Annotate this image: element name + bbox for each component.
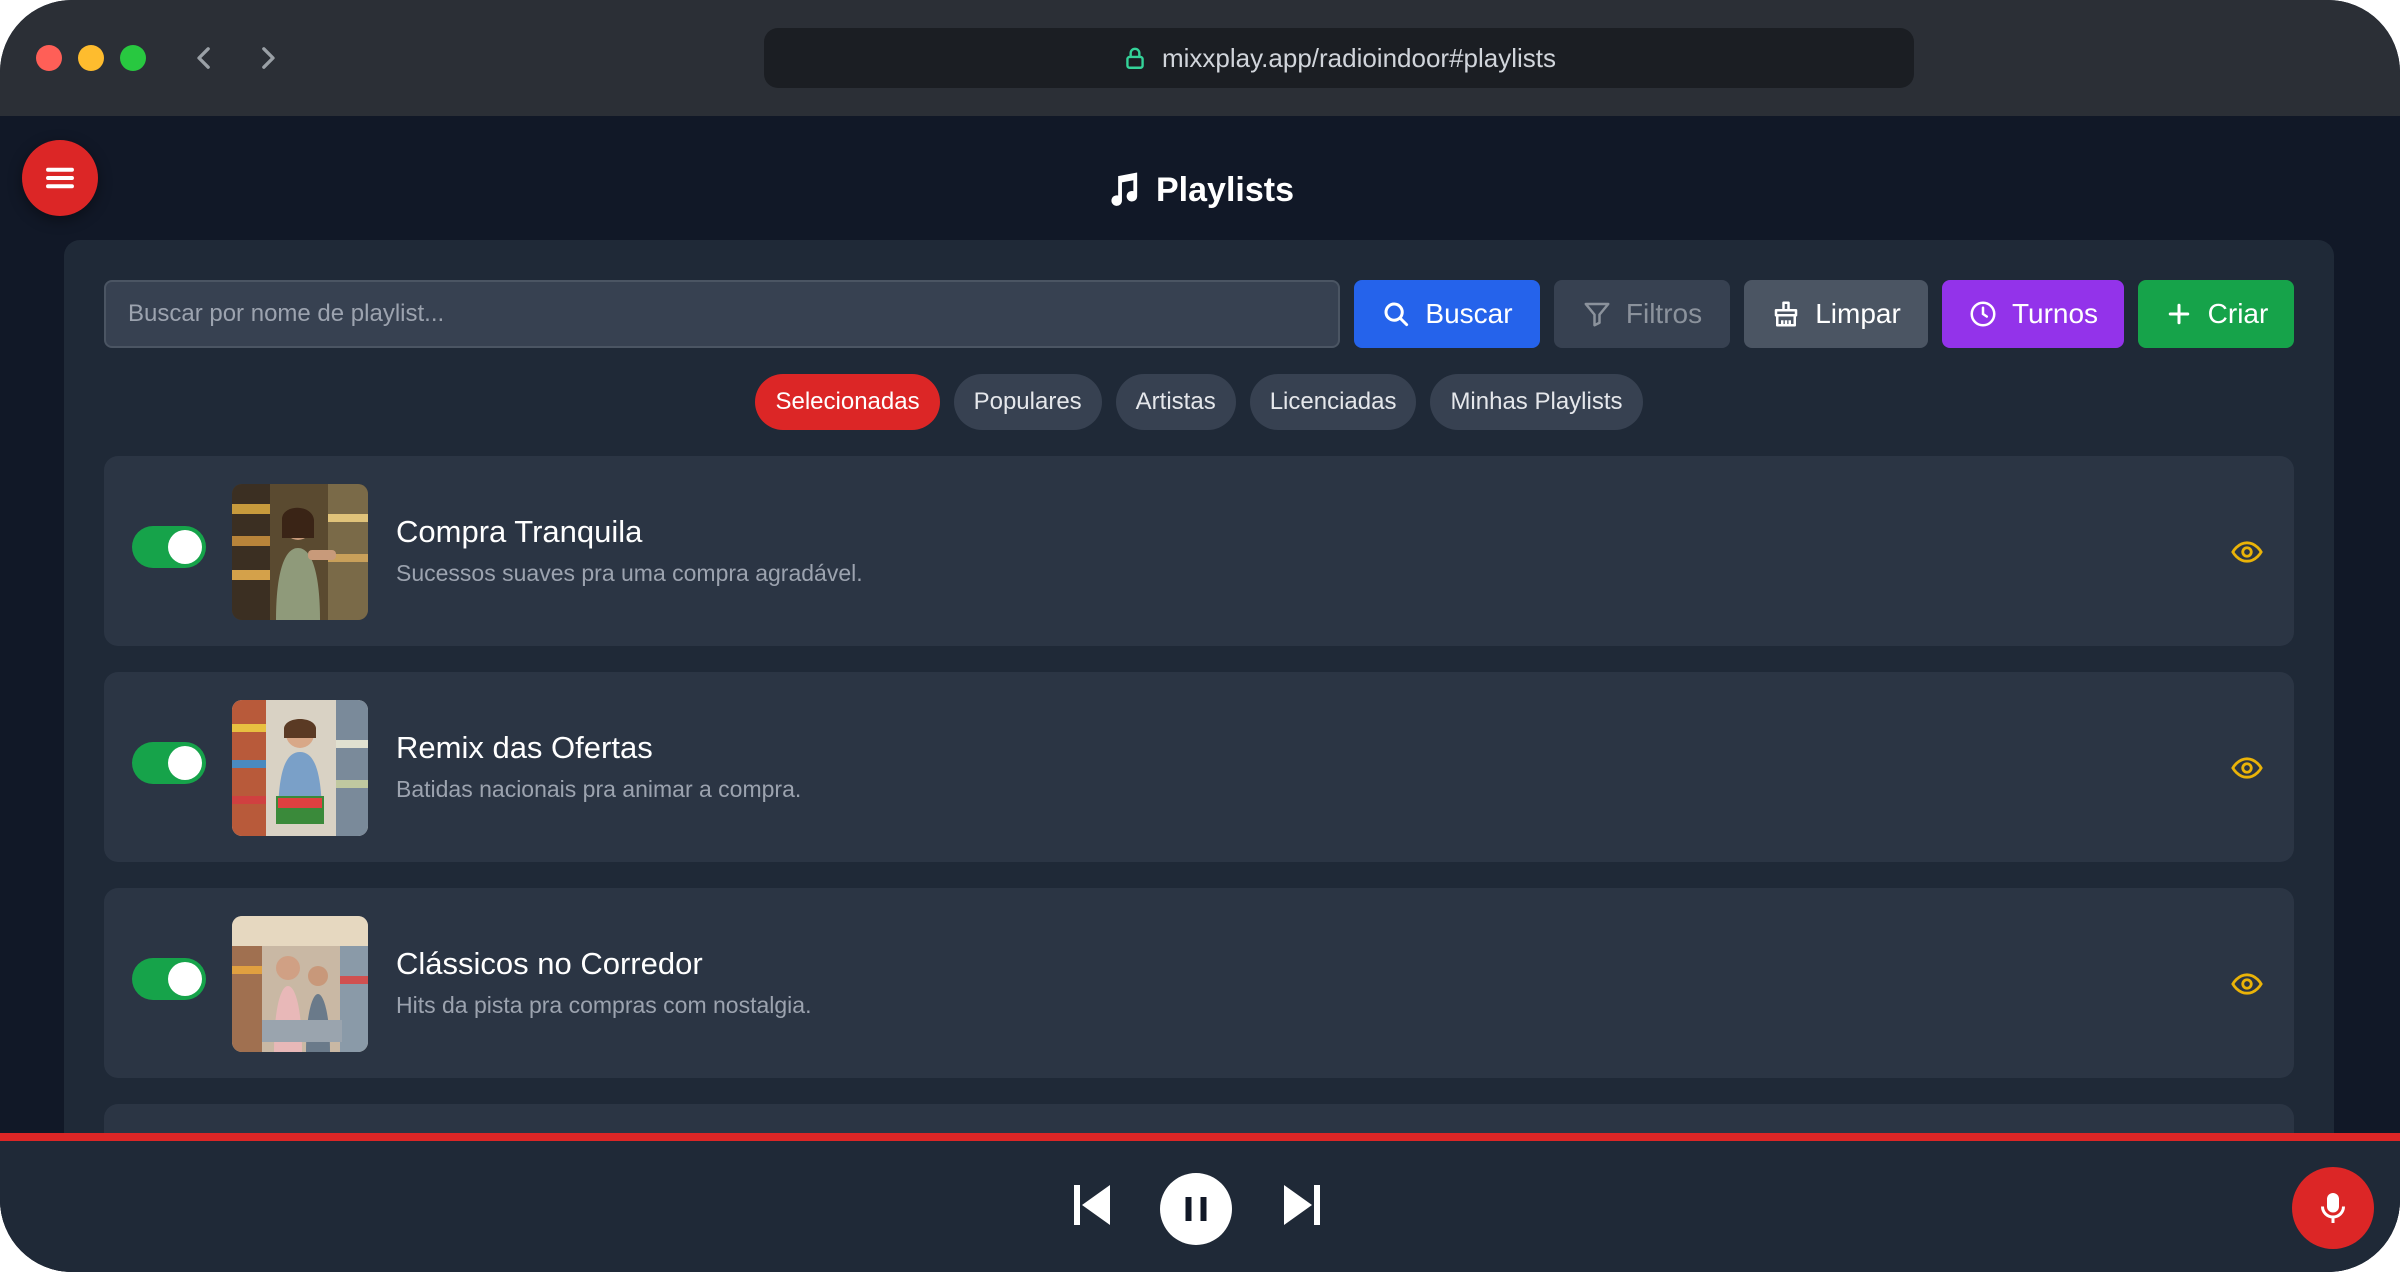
player-bar <box>0 1141 2400 1272</box>
limpar-button[interactable]: Limpar <box>1744 280 1928 348</box>
browser-window: mixxplay.app/radioindoor#playlists Playl… <box>0 0 2400 1272</box>
skip-previous-icon[interactable] <box>1072 1183 1112 1227</box>
playlist-cover-image <box>232 484 368 620</box>
plus-icon <box>2168 303 2189 325</box>
app-content: Playlists Buscar Filtros Limpar Turnos <box>0 116 2400 1272</box>
playlist-description: Hits da pista pra compras com nostalgia. <box>396 992 812 1018</box>
turnos-label: Turnos <box>2011 298 2099 329</box>
tab-minhas-playlists[interactable]: Minhas Playlists <box>1430 374 1643 430</box>
playlist-title: Remix das Ofertas <box>396 730 653 765</box>
tab-artistas[interactable]: Artistas <box>1115 374 1236 430</box>
playlist-toggle[interactable] <box>132 742 206 784</box>
close-window-button[interactable] <box>36 45 62 71</box>
playlist-title: Compra Tranquila <box>396 514 643 549</box>
tab-licenciadas[interactable]: Licenciadas <box>1249 374 1417 430</box>
music-note-icon <box>1106 171 1142 209</box>
pause-icon <box>1185 1197 1207 1221</box>
toggle-knob <box>168 530 202 564</box>
playlists-panel: Buscar Filtros Limpar Turnos Criar Selec… <box>64 240 2334 1272</box>
forward-icon[interactable] <box>248 38 288 78</box>
page-title: Playlists <box>0 168 2400 212</box>
playlist-description: Batidas nacionais pra animar a compra. <box>396 776 802 802</box>
maximize-window-button[interactable] <box>120 45 146 71</box>
microphone-icon <box>2321 1193 2345 1223</box>
skip-next-icon[interactable] <box>1282 1183 1322 1227</box>
tab-populares[interactable]: Populares <box>953 374 1102 430</box>
limpar-label: Limpar <box>1815 298 1901 329</box>
playlist-row[interactable]: Remix das Ofertas Batidas nacionais pra … <box>104 672 2294 862</box>
playlist-cover-image <box>232 916 368 1052</box>
eye-icon[interactable] <box>2230 751 2264 785</box>
criar-button[interactable]: Criar <box>2138 280 2294 348</box>
filtros-button[interactable]: Filtros <box>1554 280 1730 348</box>
url-text: mixxplay.app/radioindoor#playlists <box>1161 42 1557 73</box>
search-input[interactable] <box>104 280 1340 348</box>
playlist-description: Sucessos suaves pra uma compra agradável… <box>396 560 863 586</box>
playback-progress-bar[interactable] <box>0 1133 2400 1141</box>
broom-icon <box>1774 301 1798 327</box>
back-icon[interactable] <box>184 38 224 78</box>
search-icon <box>1384 302 1409 327</box>
lock-icon <box>1122 45 1148 71</box>
playlist-row[interactable]: Compra Tranquila Sucessos suaves pra uma… <box>104 456 2294 646</box>
eye-icon[interactable] <box>2230 535 2264 569</box>
turnos-button[interactable]: Turnos <box>1942 280 2124 348</box>
microphone-button[interactable] <box>2292 1167 2374 1249</box>
filter-icon <box>1584 302 1610 327</box>
playlist-title: Clássicos no Corredor <box>396 946 703 981</box>
tab-selecionadas[interactable]: Selecionadas <box>755 374 940 430</box>
toggle-knob <box>168 962 202 996</box>
buscar-label: Buscar <box>1425 298 1513 329</box>
criar-label: Criar <box>2207 298 2269 329</box>
playlist-row[interactable]: Clássicos no Corredor Hits da pista pra … <box>104 888 2294 1078</box>
category-tabs: Selecionadas Populares Artistas Licencia… <box>64 374 2334 430</box>
page-title-text: Playlists <box>1156 170 1294 209</box>
minimize-window-button[interactable] <box>78 45 104 71</box>
pause-button[interactable] <box>1160 1173 1232 1245</box>
toggle-knob <box>168 746 202 780</box>
clock-icon <box>1970 301 1996 327</box>
playlist-toggle[interactable] <box>132 958 206 1000</box>
eye-icon[interactable] <box>2230 967 2264 1001</box>
address-bar[interactable]: mixxplay.app/radioindoor#playlists <box>764 28 1914 88</box>
playlist-toggle[interactable] <box>132 526 206 568</box>
filtros-label: Filtros <box>1625 298 1703 329</box>
playlist-cover-image <box>232 700 368 836</box>
browser-chrome: mixxplay.app/radioindoor#playlists <box>0 0 2400 116</box>
buscar-button[interactable]: Buscar <box>1354 280 1540 348</box>
